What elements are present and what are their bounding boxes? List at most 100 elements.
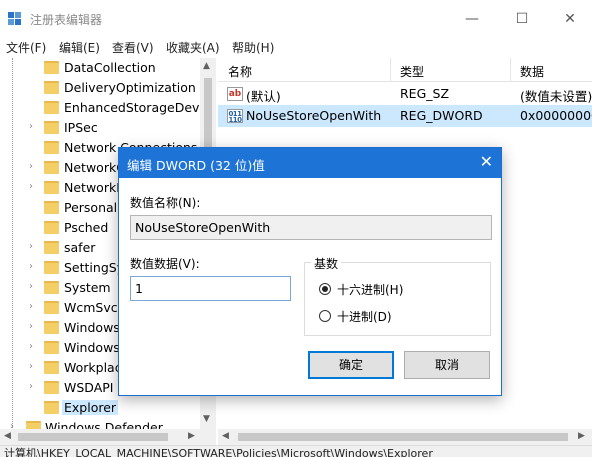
tree-item-label: EnhancedStorageDevic (64, 100, 210, 115)
tree-item-label: safer (64, 240, 96, 255)
scroll-down-icon[interactable]: ▼ (203, 414, 210, 424)
folder-icon (44, 361, 59, 374)
tree-item-label: System (64, 280, 111, 295)
edit-dword-dialog: 编辑 DWORD (32 位)值 ✕ 数值名称(N): NoUseStoreOp… (118, 147, 502, 396)
column-data-header[interactable]: 数据 (520, 63, 544, 80)
tree-item-label: Psched (64, 220, 109, 235)
hex-radio-label[interactable]: 十六进制(H) (337, 281, 403, 298)
column-divider[interactable] (390, 58, 391, 82)
expand-chevron-icon[interactable]: › (29, 121, 33, 132)
folder-icon (44, 341, 59, 354)
tree-item[interactable]: DataCollection (0, 58, 200, 78)
menu-view[interactable]: 查看(V) (112, 39, 154, 56)
expand-chevron-icon[interactable]: › (29, 341, 33, 352)
folder-icon (44, 261, 59, 274)
tree-horizontal-scrollbar[interactable]: ◀ ▶ (0, 429, 216, 445)
tree-item-label: NetworkP (64, 180, 124, 195)
folder-icon (44, 401, 59, 414)
tree-item-label: Personali (64, 200, 121, 215)
expand-chevron-icon[interactable]: › (29, 241, 33, 252)
expand-chevron-icon[interactable]: › (29, 261, 33, 272)
value-name-label: 数值名称(N): (130, 196, 201, 210)
ok-button[interactable]: 确定 (308, 351, 394, 379)
folder-icon (44, 141, 59, 154)
status-bar: 计算机\HKEY_LOCAL_MACHINE\SOFTWARE\Policies… (0, 445, 592, 457)
tree-item-label: Windows (64, 320, 120, 335)
cancel-button[interactable]: 取消 (404, 351, 490, 379)
tree-item[interactable]: EnhancedStorageDevic (0, 98, 210, 118)
tree-item-label: NetworkC (64, 160, 125, 175)
tree-item[interactable]: Explorer (0, 398, 200, 418)
tree-item[interactable]: DeliveryOptimization (0, 78, 200, 98)
value-row-nousestoreopenwith[interactable]: 011 110 NoUseStoreOpenWith REG_DWORD 0x0… (218, 105, 592, 127)
folder-icon (44, 321, 59, 334)
scroll-left-icon[interactable]: ◀ (4, 431, 11, 441)
hex-radio[interactable] (319, 283, 331, 295)
decimal-radio-label[interactable]: 十进制(D) (337, 308, 392, 325)
folder-icon (44, 121, 59, 134)
folder-icon (44, 181, 59, 194)
expand-chevron-icon[interactable]: › (29, 161, 33, 172)
scroll-right-icon[interactable]: ▶ (188, 431, 195, 441)
value-data-input[interactable]: 1 (130, 276, 291, 301)
string-value-icon: ab (227, 87, 243, 101)
column-divider[interactable] (510, 58, 511, 82)
expand-chevron-icon[interactable]: › (29, 281, 33, 292)
value-data-label: 数值数据(V): (130, 257, 200, 271)
folder-icon (44, 381, 59, 394)
dialog-close-icon[interactable]: ✕ (480, 152, 493, 171)
scroll-thumb[interactable] (238, 433, 568, 441)
menu-edit[interactable]: 编辑(E) (59, 39, 100, 56)
folder-icon (44, 221, 59, 234)
tree-item-label: DataCollection (64, 60, 156, 75)
scroll-thumb[interactable] (18, 433, 168, 441)
value-data: 0x00000000 (520, 108, 592, 123)
value-name: NoUseStoreOpenWith (246, 108, 382, 123)
folder-icon (44, 81, 59, 94)
maximize-button[interactable]: ☐ (508, 8, 536, 30)
scroll-left-icon[interactable]: ◀ (222, 431, 229, 441)
column-name-header[interactable]: 名称 (228, 63, 252, 80)
scroll-right-icon[interactable]: ▶ (578, 431, 585, 441)
tree-item-label: IPSec (64, 120, 98, 135)
minimize-button[interactable]: — (458, 8, 486, 30)
folder-icon (44, 61, 59, 74)
value-type: REG_SZ (400, 86, 450, 101)
list-horizontal-scrollbar[interactable]: ◀ ▶ (218, 429, 592, 445)
tree-item[interactable]: › IPSec (0, 118, 200, 138)
close-window-button[interactable]: ✕ (556, 8, 584, 30)
tree-item-label: SettingSy (64, 260, 125, 275)
folder-icon (44, 201, 59, 214)
menu-file[interactable]: 文件(F) (6, 39, 46, 56)
decimal-radio[interactable] (319, 310, 331, 322)
expand-chevron-icon[interactable]: › (29, 181, 33, 192)
dialog-title-bar[interactable]: 编辑 DWORD (32 位)值 ✕ (119, 148, 501, 178)
folder-icon (44, 301, 59, 314)
tree-item-label: DeliveryOptimization (64, 80, 196, 95)
scroll-up-icon[interactable]: ▲ (203, 61, 210, 71)
tree-item-label: WcmSvc (64, 300, 118, 315)
expand-chevron-icon[interactable]: › (29, 381, 33, 392)
folder-icon (44, 281, 59, 294)
folder-icon (44, 161, 59, 174)
column-type-header[interactable]: 类型 (400, 63, 424, 80)
expand-chevron-icon[interactable]: › (29, 321, 33, 332)
tree-item-label: Workplac (64, 360, 122, 375)
menu-help[interactable]: 帮助(H) (232, 39, 274, 56)
dialog-title: 编辑 DWORD (32 位)值 (127, 158, 265, 173)
menu-favorites[interactable]: 收藏夹(A) (166, 39, 220, 56)
status-path: 计算机\HKEY_LOCAL_MACHINE\SOFTWARE\Policies… (4, 447, 433, 457)
base-group: 基数 十六进制(H) 十进制(D) (304, 255, 491, 336)
value-name: (默认) (246, 89, 281, 104)
folder-icon (44, 101, 59, 114)
tree-item-label: WSDAPI (64, 380, 114, 395)
expand-chevron-icon[interactable]: › (29, 301, 33, 312)
tree-item-label: Explorer (62, 400, 119, 415)
expand-chevron-icon[interactable]: › (29, 361, 33, 372)
value-row-default[interactable]: ab (默认) REG_SZ (数值未设置) (218, 83, 592, 105)
window-title: 注册表编辑器 (30, 13, 103, 27)
dword-value-icon: 011 110 (227, 109, 243, 124)
regedit-app-icon (8, 12, 22, 26)
tree-item-label: Windows (64, 340, 120, 355)
menu-bar: 文件(F) 编辑(E) 查看(V) 收藏夹(A) 帮助(H) (0, 36, 592, 58)
